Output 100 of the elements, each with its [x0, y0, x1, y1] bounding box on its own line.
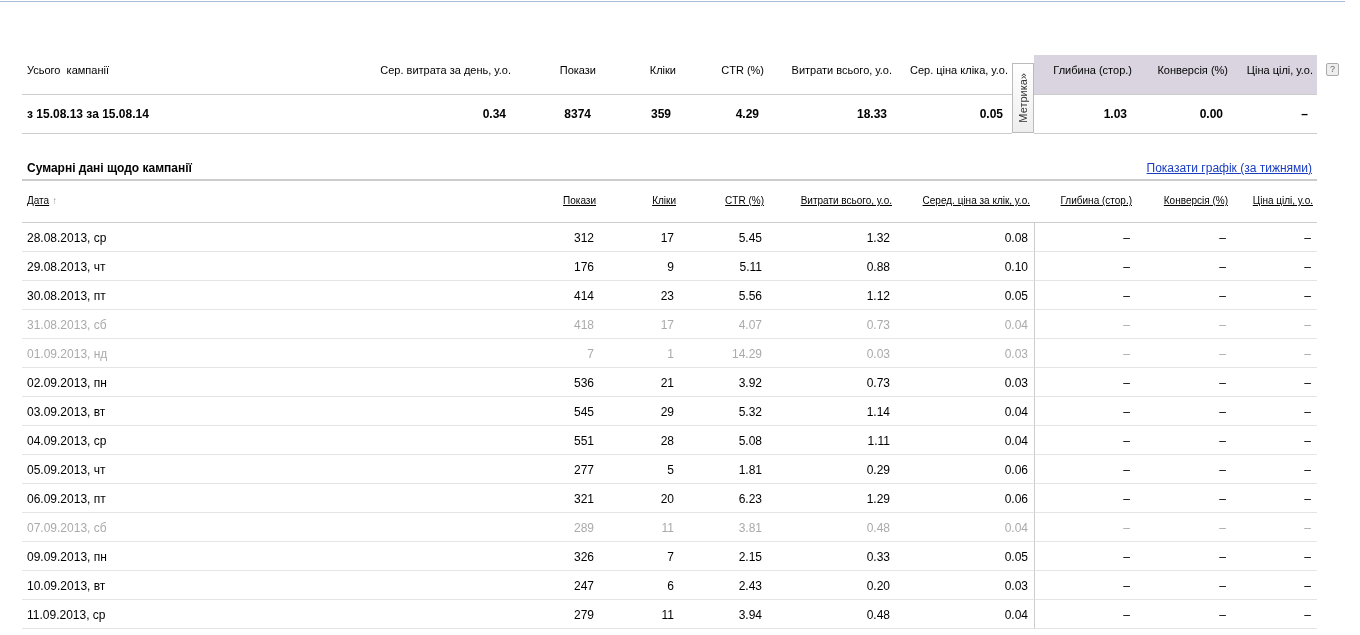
table-cell: 4.07: [680, 310, 768, 339]
total-value: 0.05: [979, 107, 1003, 121]
table-cell: 17: [600, 310, 680, 339]
total-value: 0.34: [482, 107, 506, 121]
table-cell: 02.09.2013, пн: [22, 368, 520, 397]
table-cell: –: [1232, 484, 1317, 513]
table-cell: –: [1034, 426, 1136, 455]
table-cell: –: [1136, 600, 1232, 629]
table-cell: 0.29: [768, 455, 896, 484]
table-cell: –: [1034, 223, 1136, 252]
table-cell: 28.08.2013, ср: [22, 223, 520, 252]
table-cell: 321: [520, 484, 600, 513]
table-cell: –: [1232, 513, 1317, 542]
table-cell: 5: [600, 455, 680, 484]
table-cell: 1.32: [768, 223, 896, 252]
help-button[interactable]: ?: [1326, 63, 1339, 76]
table-cell: 17: [600, 223, 680, 252]
table-cell: 31.08.2013, сб: [22, 310, 520, 339]
table-cell: 07.09.2013, сб: [22, 513, 520, 542]
table-cell: 5.08: [680, 426, 768, 455]
table-cell: 0.73: [768, 310, 896, 339]
table-cell: 0.10: [896, 252, 1034, 281]
column-header-link[interactable]: Серед. ціна за клік, у.о.: [922, 195, 1030, 206]
table-cell: –: [1232, 339, 1317, 368]
table-cell: 0.20: [768, 571, 896, 600]
table-cell: 418: [520, 310, 600, 339]
table-cell: –: [1136, 397, 1232, 426]
table-cell: –: [1034, 600, 1136, 629]
table-cell: –: [1034, 513, 1136, 542]
table-cell: –: [1034, 368, 1136, 397]
sort-arrow-icon: ↑: [52, 195, 58, 206]
table-cell: 279: [520, 600, 600, 629]
column-header-link[interactable]: Конверсія (%): [1163, 195, 1228, 206]
table-cell: 545: [520, 397, 600, 426]
table-cell: –: [1136, 455, 1232, 484]
table-cell: 0.33: [768, 542, 896, 571]
table-cell: –: [1232, 542, 1317, 571]
table-cell: 3.92: [680, 368, 768, 397]
table-cell: 29: [600, 397, 680, 426]
table-cell: 5.11: [680, 252, 768, 281]
column-header: Ціна цілі, у.о.: [1232, 55, 1317, 95]
table-cell: –: [1136, 223, 1232, 252]
table-cell: –: [1034, 455, 1136, 484]
table-cell: 0.06: [896, 455, 1034, 484]
total-value: 359: [650, 107, 671, 121]
table-cell: 28: [600, 426, 680, 455]
table-cell: –: [1136, 310, 1232, 339]
column-header-link[interactable]: Дата: [27, 195, 50, 206]
table-cell: –: [1136, 513, 1232, 542]
table-cell: –: [1232, 571, 1317, 600]
table-cell: 7: [520, 339, 600, 368]
table-cell: 1.81: [680, 455, 768, 484]
table-cell: 7: [600, 542, 680, 571]
table-cell: 312: [520, 223, 600, 252]
table-cell: 11: [600, 513, 680, 542]
table-cell: 1: [600, 339, 680, 368]
table-cell: 3.81: [680, 513, 768, 542]
column-header-link[interactable]: Кліки: [652, 195, 676, 206]
table-cell: 0.03: [768, 339, 896, 368]
table-cell: 0.05: [896, 542, 1034, 571]
table-cell: 2.15: [680, 542, 768, 571]
table-cell: 23: [600, 281, 680, 310]
table-cell: –: [1034, 397, 1136, 426]
table-cell: –: [1232, 426, 1317, 455]
chart-link[interactable]: Показати графік (за тижнями): [1146, 161, 1312, 175]
column-header: Глибина (стор.): [1034, 55, 1136, 95]
table-cell: –: [1034, 542, 1136, 571]
total-value: 1.03: [1103, 107, 1127, 121]
table-cell: 1.12: [768, 281, 896, 310]
table-cell: –: [1034, 571, 1136, 600]
table-cell: –: [1136, 542, 1232, 571]
table-cell: 277: [520, 455, 600, 484]
table-cell: 0.08: [896, 223, 1034, 252]
column-header: Усього кампанії: [22, 55, 350, 95]
table-cell: 10.09.2013, вт: [22, 571, 520, 600]
table-cell: 01.09.2013, нд: [22, 339, 520, 368]
column-header-link[interactable]: Витрати всього, у.о.: [800, 195, 892, 206]
table-cell: 6.23: [680, 484, 768, 513]
table-cell: 11.09.2013, ср: [22, 600, 520, 629]
column-header-link[interactable]: Глибина (стор.): [1060, 195, 1132, 206]
table-cell: 3.94: [680, 600, 768, 629]
column-header: Витрати всього, у.о.: [768, 55, 896, 95]
table-cell: 536: [520, 368, 600, 397]
table-cell: 326: [520, 542, 600, 571]
column-header: Покази: [515, 55, 600, 95]
table-cell: 0.04: [896, 426, 1034, 455]
table-cell: 9: [600, 252, 680, 281]
table-cell: 414: [520, 281, 600, 310]
column-header-link[interactable]: Ціна цілі, у.о.: [1252, 195, 1313, 206]
metrika-tab[interactable]: Метрика»: [1012, 63, 1034, 133]
table-cell: 11: [600, 600, 680, 629]
column-header-link[interactable]: Покази: [563, 195, 596, 206]
table-cell: –: [1232, 397, 1317, 426]
table-cell: –: [1136, 281, 1232, 310]
column-header-link[interactable]: CTR (%): [725, 195, 764, 206]
table-cell: 1.11: [768, 426, 896, 455]
table-cell: 1.14: [768, 397, 896, 426]
table-cell: 0.73: [768, 368, 896, 397]
table-cell: –: [1232, 455, 1317, 484]
table-cell: –: [1034, 310, 1136, 339]
